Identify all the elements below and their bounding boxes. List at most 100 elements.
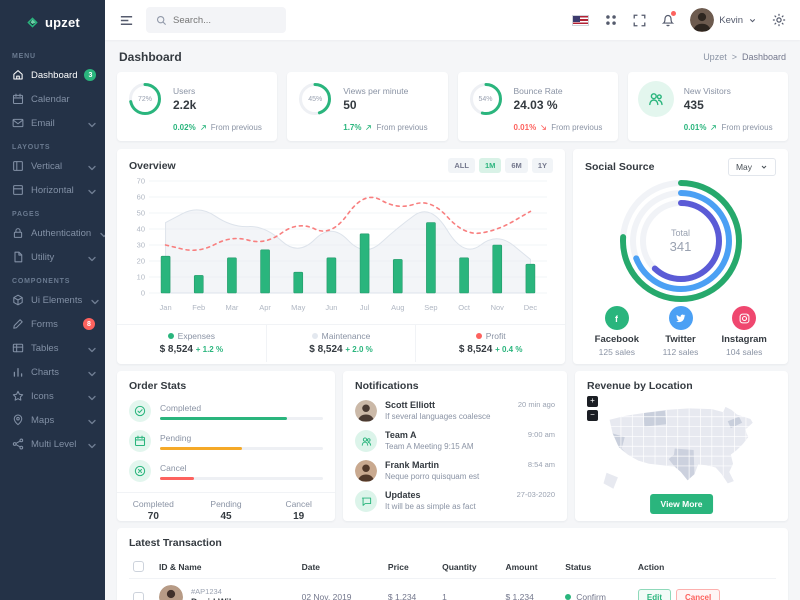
period-select[interactable]: May [727,158,776,176]
select-all-checkbox[interactable] [133,561,144,572]
sidebar-item-multi-level[interactable]: Multi Level [0,432,105,456]
order-stat-cancel: Cancel [129,460,323,482]
range-button-1m[interactable]: 1M [478,158,502,173]
fullscreen-icon[interactable] [633,14,646,27]
sidebar-item-tables[interactable]: Tables [0,336,105,360]
gear-icon[interactable] [772,13,786,27]
edit-button[interactable]: Edit [637,588,671,600]
brand-logo[interactable]: upzet [0,0,105,44]
social-item-facebook[interactable]: f Facebook 125 sales [585,306,649,357]
bar-chart-icon [12,366,24,378]
chevron-down-icon [89,296,99,305]
stat-title: New Visitors [683,86,731,96]
share-icon [12,438,24,450]
notification-time: 9:00 am [527,430,555,439]
sidebar-item-maps[interactable]: Maps [0,408,105,432]
sidebar-item-dashboard[interactable]: Dashboard 3 [0,63,105,87]
range-button-1y[interactable]: 1Y [531,158,553,173]
chevron-down-icon [86,119,96,128]
map-zoom-out-button[interactable]: − [587,410,598,421]
bell-icon[interactable] [661,11,677,27]
notification-name: Frank Martin [385,460,440,470]
social-item-instagram[interactable]: Instagram 104 sales [712,306,776,357]
stat-icon-bubble [637,81,674,117]
map-zoom-in-button[interactable]: + [587,396,598,407]
sidebar-item-label: Charts [31,366,59,378]
range-button-6m[interactable]: 6M [505,158,528,173]
arrow-up-icon [710,124,717,131]
overview-title: Overview [129,159,176,172]
legend-amount: $ 8,524 [458,344,493,355]
search-icon [156,15,167,26]
avatar [355,460,377,482]
transaction-amount: $ 1,234 [501,578,562,600]
breadcrumb-separator: > [731,52,737,62]
stat-progress-ring: 72% [127,81,163,117]
search-box[interactable] [146,7,286,33]
social-item-twitter[interactable]: Twitter 112 sales [649,306,713,357]
notification-time: 27-03-2020 [516,490,555,499]
sidebar-section-label: PAGES [12,211,40,218]
sidebar-item-label: Forms [31,318,58,330]
notification-item[interactable]: Frank Martin Neque porro quisquam est 8:54… [355,460,555,482]
transactions-card: Latest Transaction ID & Name Date Price Qua… [117,528,788,600]
us-map[interactable] [602,394,761,494]
sidebar-item-email[interactable]: Email [0,111,105,135]
progress-track [160,416,323,420]
legend-label: Profit [485,331,506,341]
order-stats-rows: Completed Pending Cancel [129,400,323,482]
social-sales: 104 sales [725,347,763,357]
svg-text:30: 30 [137,241,145,250]
stat-value: 50 [343,98,357,112]
social-list: f Facebook 125 sales Twitter 112 sales Instag… [585,306,776,357]
notification-item[interactable]: Updates It will be as simple as fact 27-03… [355,490,555,512]
sidebar-item-icons[interactable]: Icons [0,384,105,408]
search-input[interactable] [173,14,273,26]
social-total: Total 341 [669,228,692,254]
breadcrumb-root[interactable]: Upzet [703,52,727,62]
legend-amount: $ 8,524 [309,344,343,355]
language-flag-icon[interactable] [572,14,590,26]
arrow-up-icon [200,124,207,131]
svg-text:70: 70 [137,177,145,186]
chevron-down-icon [86,368,96,377]
sidebar-item-charts[interactable]: Charts [0,360,105,384]
cancel-button[interactable]: Cancel [675,588,721,600]
row-checkbox[interactable] [133,591,144,600]
progress-track [160,446,323,450]
stat-delta: 0.01% From previous [683,123,773,132]
stat-delta: 0.02% From previous [173,123,262,132]
svg-text:f: f [615,313,618,323]
calendar-icon [12,93,24,105]
sidebar-item-label: Maps [31,414,55,426]
range-button-all[interactable]: ALL [448,158,475,173]
menu-toggle-icon[interactable] [119,13,134,28]
sidebar: upzet MENU Dashboard 3 Calendar Email LAYOUTS… [0,0,105,600]
chevron-down-icon [749,18,756,22]
order-label: Cancel [160,462,187,473]
sidebar-item-label: Tables [31,342,59,354]
view-more-button[interactable]: View More [649,494,714,514]
sidebar-item-horizontal[interactable]: Horizontal [0,178,105,202]
apps-grid-icon[interactable] [604,13,618,27]
sidebar-item-authentication[interactable]: Authentication [0,221,105,245]
progress-fill [160,446,242,450]
home-icon [12,69,24,81]
top-navbar: Kevin [105,0,800,40]
notification-item[interactable]: Scott Elliott If several languages coales… [355,400,555,422]
svg-text:Sep: Sep [424,303,437,312]
svg-text:0: 0 [141,289,145,298]
svg-text:40: 40 [137,225,145,234]
svg-text:50: 50 [137,209,145,218]
sidebar-item-ui-elements[interactable]: Ui Elements [0,288,105,312]
notifications-title: Notifications [355,380,419,392]
calendar-icon [129,430,151,452]
user-menu[interactable]: Kevin [690,8,757,32]
layout-vertical-icon [12,160,24,172]
sidebar-item-forms[interactable]: Forms 8 [0,312,105,336]
sidebar-item-utility[interactable]: Utility [0,245,105,269]
sidebar-item-vertical[interactable]: Vertical [0,154,105,178]
notification-item[interactable]: Team A Team A Meeting 9:15 AM 9:00 am [355,430,555,452]
sidebar-badge: 3 [84,69,97,81]
sidebar-item-calendar[interactable]: Calendar [0,87,105,111]
